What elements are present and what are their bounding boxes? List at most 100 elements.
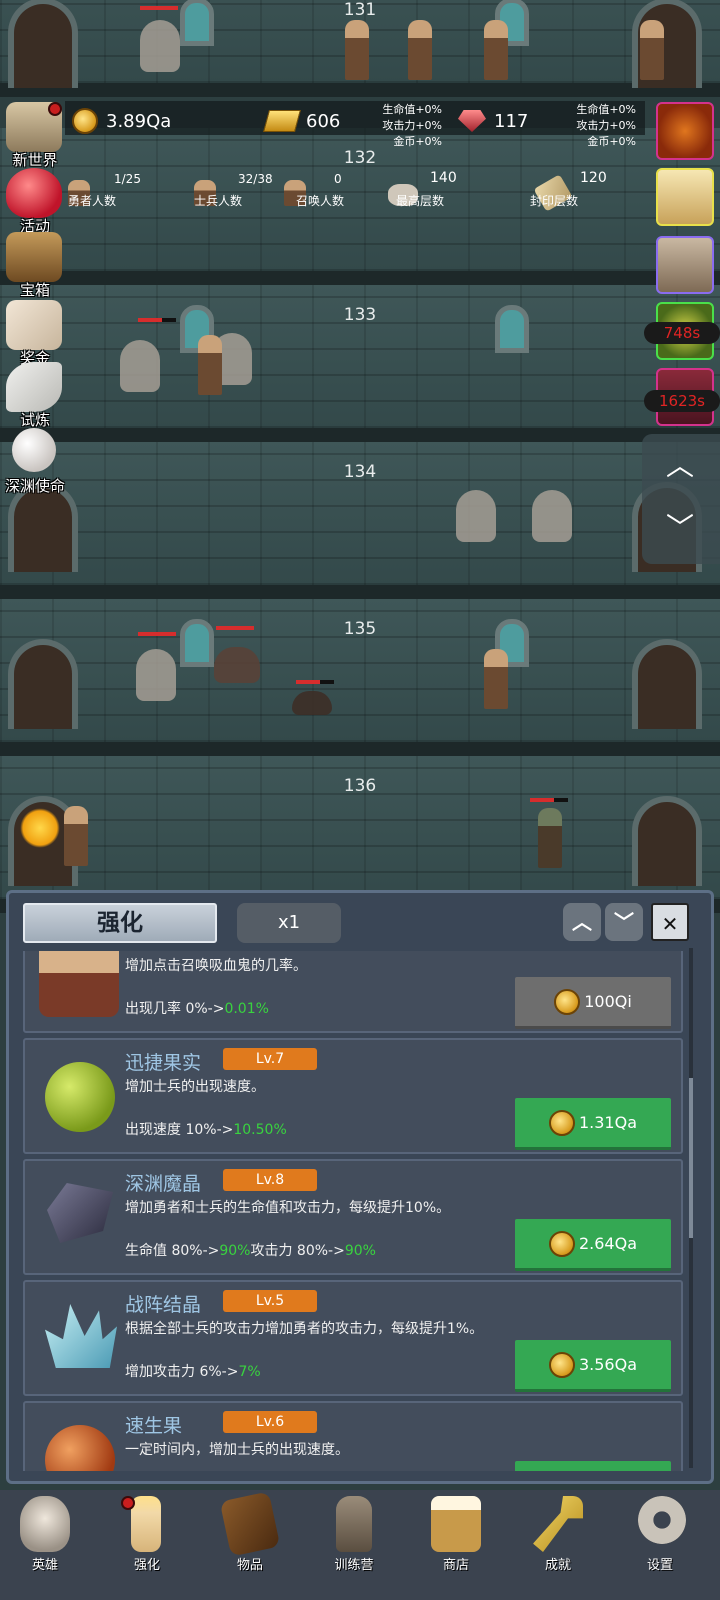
floor-133: 133 [0, 285, 720, 442]
hero-count: 1/25 勇者人数 [68, 168, 174, 208]
bonus-hp: 生命值+0% [576, 103, 636, 116]
nav-settings[interactable]: 设置 [620, 1496, 700, 1592]
notification-dot [48, 102, 62, 116]
max-floor: 140 最高层数 [388, 166, 502, 208]
nav-enhance[interactable]: 强化 [107, 1496, 187, 1592]
side-bonus-button[interactable]: 奖金 [2, 300, 68, 367]
upgrade-description: 一定时间内，增加士兵的出现速度。 [125, 1442, 349, 1458]
bat-enemy [214, 647, 260, 683]
soldier [640, 20, 664, 80]
upgrade-effect: 出现速度 10%->10.50% [125, 1119, 287, 1139]
door [632, 796, 702, 886]
buy-button[interactable]: 3.56Qa [515, 1340, 671, 1392]
nav-label: 设置 [646, 1558, 673, 1573]
effect-old: 出现速度 10%-> [125, 1122, 234, 1138]
chest-icon [6, 232, 62, 282]
side-trial-button[interactable]: 试炼 [2, 362, 68, 429]
bonus-hp: 生命值+0% [382, 103, 442, 116]
green-apple-icon [45, 1062, 115, 1132]
upgrade-list: 增加点击召唤吸血鬼的几率。 出现几率 0%->0.01% 100Qi 迅捷果实 … [23, 951, 683, 1471]
scrollbar-thumb[interactable] [689, 1078, 693, 1238]
upgrade-card: 战阵结晶 Lv.5 根据全部士兵的攻击力增加勇者的攻击力，每级提升1%。 增加攻… [23, 1280, 683, 1396]
nav-achievements[interactable]: 成就 [518, 1496, 598, 1592]
nav-items[interactable]: 物品 [210, 1491, 290, 1592]
floor-number: 134 [343, 462, 377, 482]
side-new-world-button[interactable]: 新世界 [2, 102, 68, 169]
gem-icon [458, 110, 486, 132]
buy-button[interactable] [515, 1461, 671, 1471]
upgrade-description: 增加点击召唤吸血鬼的几率。 [125, 958, 307, 974]
effect-old: 出现几率 0%-> [125, 1001, 225, 1017]
buy-button[interactable]: 1.31Qa [515, 1098, 671, 1150]
floor-131: 131 [0, 0, 720, 97]
side-label: 宝箱 [19, 281, 50, 299]
panel-expand-button[interactable]: ︿ [563, 903, 601, 941]
scroll-down-button[interactable]: ﹀ [662, 510, 698, 546]
coin-icon [548, 1109, 575, 1136]
nav-label: 商店 [442, 1558, 469, 1573]
notification-dot [121, 1496, 135, 1510]
effect-new-2: 90% [344, 1243, 376, 1259]
soldier [345, 20, 369, 80]
max-floor-value: 140 [430, 170, 457, 186]
candle-icon [131, 1496, 161, 1552]
beer-mug-icon [431, 1496, 481, 1552]
side-event-button[interactable]: 活动 [2, 168, 68, 235]
fast-fruit-icon [45, 1425, 115, 1471]
level-badge: Lv.8 [223, 1169, 317, 1191]
side-abyss-mission-button[interactable]: 深渊使命 [2, 428, 68, 495]
vampire-icon [39, 951, 119, 1017]
floor-number: 136 [343, 776, 377, 796]
envelope-icon [6, 300, 62, 350]
zombie-enemy [538, 808, 562, 868]
price: 2.64Qa [578, 1234, 638, 1253]
window [495, 305, 529, 353]
skull-icon [20, 1496, 70, 1552]
gold-amount: 606 [306, 110, 341, 132]
ghost-enemy [532, 490, 572, 542]
nav-label: 物品 [236, 1558, 263, 1573]
bonus-atk: 攻击力+0% [576, 119, 636, 132]
upgrade-description: 增加勇者和士兵的生命值和攻击力，每级提升10%。 [125, 1200, 451, 1216]
side-chest-button[interactable]: 宝箱 [2, 232, 68, 299]
candle-boost-button[interactable] [656, 168, 714, 226]
upgrade-name: 速生果 [125, 1415, 183, 1437]
floor-number: 132 [343, 148, 377, 168]
soldier [484, 20, 508, 80]
nav-heroes[interactable]: 英雄 [5, 1496, 85, 1592]
list-scrollbar[interactable] [689, 948, 693, 1468]
ghost-enemy [456, 490, 496, 542]
bonus-gold: 金币+0% [587, 135, 636, 148]
key-icon [533, 1496, 583, 1552]
side-label: 深渊使命 [4, 477, 65, 495]
multiplier-toggle[interactable]: x1 [237, 903, 341, 943]
effect-old: 增加攻击力 6%-> [125, 1364, 239, 1380]
apple-boost-button[interactable] [656, 102, 714, 160]
book-icon [219, 1491, 281, 1557]
tab-enhance[interactable]: 强化 [23, 903, 217, 943]
summon-count-value: 0 [334, 172, 342, 186]
upgrade-name: 深渊魔晶 [125, 1173, 202, 1195]
gem-amount: 117 [494, 110, 529, 132]
coin-icon [72, 108, 98, 134]
abyss-crystal-icon [47, 1183, 113, 1243]
gem-counter: 117 [458, 110, 528, 132]
heart-icon [6, 168, 62, 218]
buy-button[interactable]: 100Qi [515, 977, 671, 1029]
nav-training-camp[interactable]: 训练营 [314, 1496, 394, 1592]
buy-button[interactable]: 2.64Qa [515, 1219, 671, 1271]
panel-close-button[interactable]: ✕ [651, 903, 689, 941]
scroll-boost-button[interactable] [656, 236, 714, 294]
panel-collapse-button[interactable]: ﹀ [605, 903, 643, 941]
ghost-enemy [120, 340, 160, 392]
max-floor-label: 最高层数 [396, 194, 445, 208]
boost-timer: 1623s [644, 390, 720, 412]
nav-shop[interactable]: 商店 [416, 1496, 496, 1592]
boost-timer: 748s [644, 322, 720, 344]
sealed-floor-value: 120 [580, 170, 607, 186]
enemy-hp-bar [216, 626, 254, 630]
sealed-floor-label: 封印层数 [530, 194, 579, 208]
floor-number: 135 [343, 619, 377, 639]
scroll-up-button[interactable]: ︿ [662, 448, 698, 484]
coin-icon [548, 1230, 575, 1257]
